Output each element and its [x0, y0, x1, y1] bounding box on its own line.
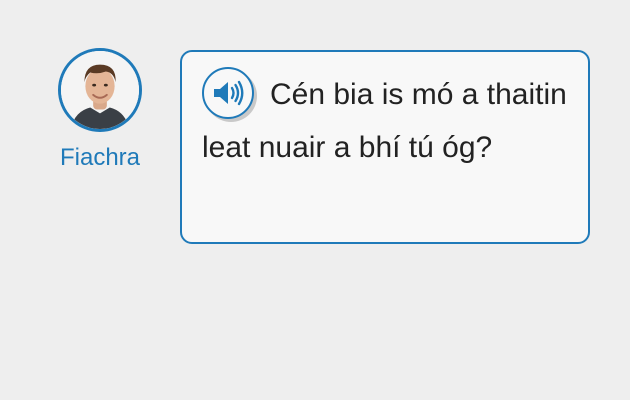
speaker-name: Fiachra	[59, 144, 141, 171]
person-portrait-icon	[61, 51, 139, 129]
play-audio-button[interactable]	[202, 67, 254, 120]
message-text: Cén bia is mó a thaitin leat nuair a bhí…	[202, 78, 567, 164]
avatar	[58, 48, 142, 132]
message-line: Cén bia is mó a thaitin leat nuair a bhí…	[202, 67, 568, 174]
speaker-volume-icon	[214, 80, 244, 106]
speech-bubble: Cén bia is mó a thaitin leat nuair a bhí…	[180, 50, 590, 244]
speaker: Fiachra	[48, 48, 152, 172]
